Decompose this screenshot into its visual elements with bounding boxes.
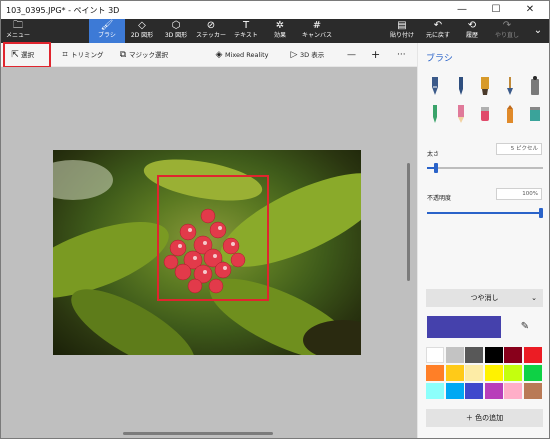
thickness-label: 太さ [427,151,440,158]
redo-button[interactable]: ↷ やり直し [489,19,525,43]
opacity-slider-thumb[interactable] [539,208,543,218]
color-swatch[interactable] [504,365,522,381]
brush-icon: 🖌 [100,20,114,31]
vertical-scrollbar[interactable] [407,163,410,281]
watercolor-icon[interactable] [503,75,517,97]
more-options-button[interactable]: ··· [397,48,406,62]
effects-icon: ✲ [275,20,285,31]
color-swatch[interactable] [465,347,483,363]
pixel-pen-icon[interactable] [428,103,442,125]
color-swatch[interactable] [523,365,542,381]
title-bar: 103_0395.JPG* - ペイント 3D — ☐ ✕ [1,1,549,19]
color-swatch[interactable] [484,347,503,363]
thickness-slider-thumb[interactable] [433,163,438,173]
crop-icon: ⌗ [62,50,68,60]
magic-select-button[interactable]: ⧉ マジック選択 [117,48,168,62]
plus-icon: ＋ [465,414,476,422]
tab-2d-shapes[interactable]: ◇ 2D 図形 [125,19,159,43]
zoom-in-button[interactable]: + [371,48,380,62]
color-swatch[interactable] [445,347,464,363]
color-swatch[interactable] [426,365,444,381]
opacity-input[interactable]: 100% [496,188,542,200]
tab-3d-shapes[interactable]: ⬡ 3D 図形 [159,19,193,43]
ribbon-collapse-button[interactable]: ⌄ [527,19,549,43]
mixed-reality-icon: ◈ [215,50,223,60]
brush-panel: ブラシ 太さ 5 ピクセル 不透明度 100% つや消し ⌄ ✎ ＋ 色の追加 [417,43,549,438]
selection-highlight-box [157,175,269,301]
color-swatch[interactable] [465,383,483,399]
horizontal-scrollbar[interactable] [123,432,273,435]
color-swatch[interactable] [445,383,464,399]
folder-icon: 🗀 [13,20,23,31]
opacity-slider[interactable] [427,208,543,218]
color-swatch[interactable] [426,383,444,399]
tab-canvas[interactable]: # キャンバス [297,19,337,43]
select-highlight-box [3,42,51,68]
3d-view-icon: ▷ [290,50,298,60]
fill-bucket-icon[interactable] [528,103,542,125]
color-swatch[interactable] [445,365,464,381]
ink-pen-icon[interactable] [454,75,468,97]
mixed-reality-button[interactable]: ◈ Mixed Reality [213,48,269,62]
color-swatch[interactable] [504,383,522,399]
crayon-icon[interactable] [503,103,517,125]
sticker-icon: ⊘ [206,20,216,31]
eraser-icon[interactable] [478,103,492,125]
chevron-down-icon: ⌄ [531,294,537,302]
history-button[interactable]: ⟲ 履歴 [455,19,489,43]
opacity-label: 不透明度 [427,195,452,202]
maximize-icon[interactable]: ☐ [479,1,513,19]
canvas-icon: # [312,20,322,31]
panel-title: ブラシ [426,54,453,64]
thickness-slider-fill [427,167,434,169]
cube-icon: ⬡ [171,20,181,31]
redo-icon: ↷ [502,20,512,31]
shapes-2d-icon: ◇ [138,20,146,31]
eyedropper-icon[interactable]: ✎ [510,317,540,337]
crop-button[interactable]: ⌗ トリミング [59,48,103,62]
thickness-slider[interactable] [427,163,543,173]
color-swatch[interactable] [504,347,522,363]
window-title: 103_0395.JPG* - ペイント 3D [6,6,120,15]
tab-effects[interactable]: ✲ 効果 [263,19,297,43]
color-swatch[interactable] [426,347,444,363]
undo-button[interactable]: ↶ 元に戻す [421,19,455,43]
tab-stickers[interactable]: ⊘ ステッカー [193,19,229,43]
add-color-button[interactable]: ＋ 色の追加 [426,409,543,427]
minimize-icon[interactable]: — [445,1,479,19]
zoom-out-button[interactable]: — [347,48,356,62]
oil-brush-icon[interactable] [478,75,492,97]
calligraphy-pen-icon[interactable] [428,75,442,97]
history-icon: ⟲ [467,20,477,31]
spray-can-icon[interactable] [528,75,542,97]
menu-button[interactable]: 🗀 メニュー [1,19,35,43]
paste-button[interactable]: ▤ 貼り付け [385,19,419,43]
undo-icon: ↶ [433,20,443,31]
pencil-icon[interactable] [454,103,468,125]
tab-brush[interactable]: 🖌 ブラシ [89,19,125,43]
chevron-down-icon: ⌄ [533,25,543,36]
thickness-input[interactable]: 5 ピクセル [496,143,542,155]
color-swatch[interactable] [484,365,503,381]
ribbon: 🗀 メニュー 🖌 ブラシ ◇ 2D 図形 ⬡ 3D 図形 ⊘ ステッカー T テキスト ✲ 効… [1,19,549,43]
color-swatch[interactable] [523,347,542,363]
magic-select-icon: ⧉ [119,50,127,60]
tab-text[interactable]: T テキスト [229,19,263,43]
close-icon[interactable]: ✕ [513,1,547,19]
color-swatch[interactable] [484,383,503,399]
3d-view-button[interactable]: ▷ 3D 表示 [288,48,325,62]
finish-dropdown[interactable]: つや消し ⌄ [426,289,543,307]
paste-icon: ▤ [397,20,407,31]
color-swatch[interactable] [523,383,542,399]
opacity-slider-fill [427,212,543,214]
paint3d-window: 103_0395.JPG* - ペイント 3D — ☐ ✕ 🗀 メニュー 🖌 ブラシ… [0,0,550,439]
color-swatch[interactable] [465,365,483,381]
text-icon: T [242,20,250,31]
current-color-swatch[interactable] [427,316,501,338]
